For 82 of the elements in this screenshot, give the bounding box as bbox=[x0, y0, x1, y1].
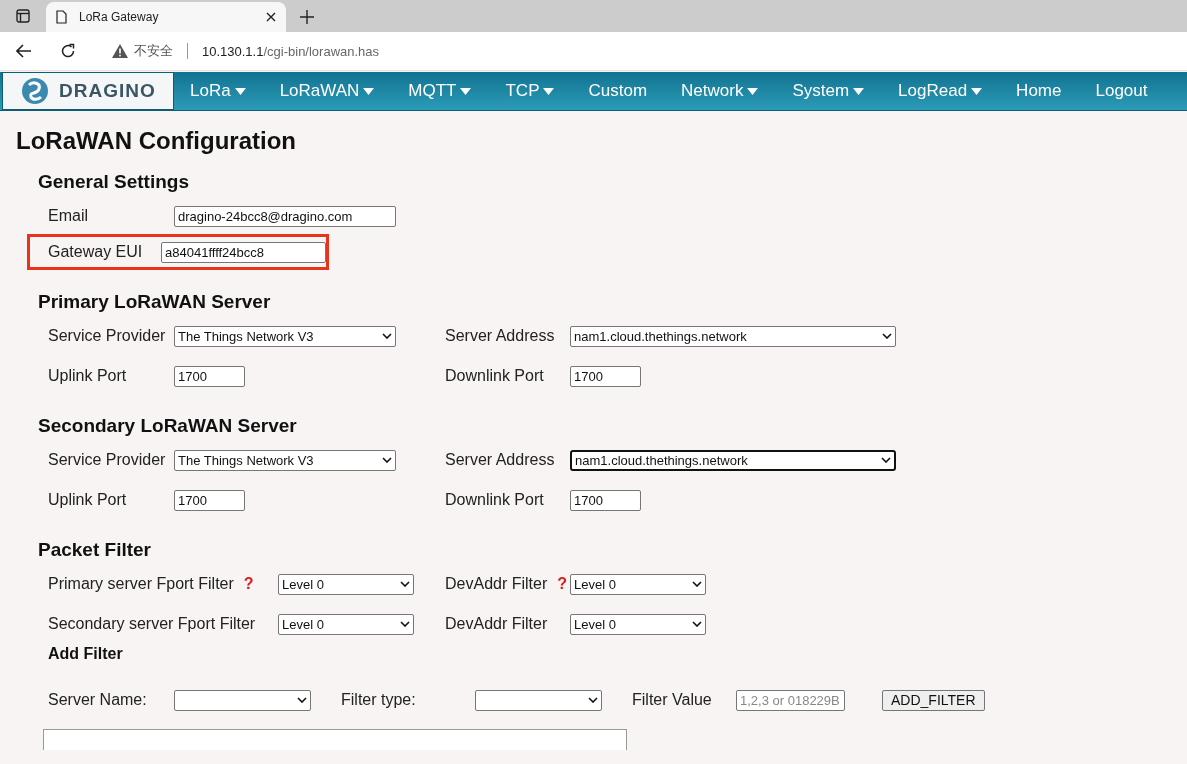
dropdown-field[interactable] bbox=[174, 689, 311, 711]
field-label: Downlink Port bbox=[445, 491, 544, 509]
chevron-icon bbox=[400, 621, 410, 627]
help-icon[interactable]: ? bbox=[557, 575, 568, 593]
subheading: Add Filter bbox=[48, 645, 124, 663]
dropdown-field[interactable]: Level 0 bbox=[570, 613, 706, 635]
new-tab-icon[interactable] bbox=[300, 10, 314, 24]
close-icon[interactable] bbox=[266, 12, 276, 22]
section-heading: Primary LoRaWAN Server bbox=[38, 291, 272, 313]
text-field[interactable]: 1700 bbox=[570, 489, 641, 511]
nav-menu-item[interactable]: LogRead bbox=[898, 81, 1000, 101]
chevron-icon bbox=[881, 457, 891, 463]
security-label: 不安全 bbox=[134, 42, 173, 60]
text-field[interactable]: a84041ffff24bcc8 bbox=[161, 241, 326, 263]
field-label: Server Name: bbox=[48, 691, 148, 709]
add-filter-button[interactable]: ADD_FILTER bbox=[882, 689, 985, 711]
reload-icon[interactable] bbox=[60, 43, 76, 59]
text-field[interactable]: 1700 bbox=[174, 489, 245, 511]
chevron-icon bbox=[400, 581, 410, 587]
logo[interactable]: DRAGINO bbox=[2, 72, 174, 110]
help-icon[interactable]: ? bbox=[243, 575, 254, 593]
section-heading: Secondary LoRaWAN Server bbox=[38, 415, 298, 437]
dropdown-field[interactable]: nam1.cloud.thethings.network bbox=[570, 449, 896, 471]
caret-icon bbox=[747, 87, 759, 95]
chevron-icon bbox=[588, 697, 598, 703]
caret-icon bbox=[363, 87, 375, 95]
field-label: Secondary server Fport Filter bbox=[48, 615, 256, 633]
nav-menu-item[interactable]: LoRa bbox=[190, 81, 263, 101]
chevron-icon bbox=[692, 621, 702, 627]
field-label: Service Provider bbox=[48, 327, 166, 345]
caret-icon bbox=[853, 87, 865, 95]
nav-menu-item[interactable]: Custom bbox=[588, 81, 665, 101]
nav-menu-item[interactable]: Home bbox=[1016, 81, 1079, 101]
section-heading: General Settings bbox=[38, 171, 190, 193]
caret-icon bbox=[234, 87, 246, 95]
back-icon[interactable] bbox=[16, 44, 32, 58]
url-text: 10.130.1.1/cgi-bin/lorawan.has bbox=[202, 43, 380, 59]
chevron-icon bbox=[692, 581, 702, 587]
field-label: DevAddr Filter bbox=[445, 615, 548, 633]
nav-menu-item[interactable]: LoRaWAN bbox=[279, 81, 392, 101]
text-field[interactable]: dragino-24bcc8@dragino.com bbox=[174, 205, 396, 227]
dropdown-field[interactable] bbox=[475, 689, 602, 711]
field-label: Service Provider bbox=[48, 451, 166, 469]
text-field[interactable]: 1,2,3 or 018229B bbox=[736, 689, 845, 711]
field-label: Gateway EUI bbox=[48, 243, 143, 261]
dropdown-field[interactable]: The Things Network V3 bbox=[174, 325, 396, 347]
dropdown-field[interactable]: nam1.cloud.thethings.network bbox=[570, 325, 896, 347]
field-label: Uplink Port bbox=[48, 491, 127, 509]
dropdown-field[interactable]: The Things Network V3 bbox=[174, 449, 396, 471]
field-label: Filter Value bbox=[632, 691, 713, 709]
page-title: LoRaWAN Configuration bbox=[16, 127, 297, 155]
chevron-icon bbox=[382, 333, 392, 339]
caret-icon bbox=[971, 87, 983, 95]
dropdown-field[interactable]: Level 0 bbox=[278, 573, 414, 595]
field-label: Filter type: bbox=[341, 691, 417, 709]
caret-icon bbox=[543, 87, 555, 95]
field-label: Downlink Port bbox=[445, 367, 544, 385]
nav-menu-item[interactable]: System bbox=[792, 81, 882, 101]
nav-menu-item[interactable]: TCP bbox=[505, 81, 572, 101]
warning-icon bbox=[112, 44, 128, 58]
logo-text: DRAGINO bbox=[59, 80, 156, 102]
text-field[interactable]: 1700 bbox=[570, 365, 641, 387]
tab-actions-icon[interactable] bbox=[16, 9, 30, 23]
section-heading: Packet Filter bbox=[38, 539, 152, 561]
caret-icon bbox=[460, 87, 472, 95]
field-label: Email bbox=[48, 207, 88, 225]
page-icon bbox=[56, 10, 67, 24]
nav-menu-item[interactable]: MQTT bbox=[408, 81, 489, 101]
chevron-icon bbox=[382, 457, 392, 463]
field-label: DevAddr Filter bbox=[445, 575, 548, 593]
field-label: Uplink Port bbox=[48, 367, 127, 385]
dropdown-field[interactable]: Level 0 bbox=[278, 613, 414, 635]
field-label: Primary server Fport Filter bbox=[48, 575, 234, 593]
nav-menu-item[interactable]: Network bbox=[681, 81, 776, 101]
dropdown-field[interactable]: Level 0 bbox=[570, 573, 706, 595]
chevron-icon bbox=[297, 697, 307, 703]
chevron-icon bbox=[882, 333, 892, 339]
browser-tab[interactable]: LoRa Gateway bbox=[46, 2, 286, 32]
field-label: Server Address bbox=[445, 451, 555, 469]
field-label: Server Address bbox=[445, 327, 555, 345]
text-field[interactable]: 1700 bbox=[174, 365, 245, 387]
nav-menu-item[interactable]: Logout bbox=[1095, 81, 1165, 101]
